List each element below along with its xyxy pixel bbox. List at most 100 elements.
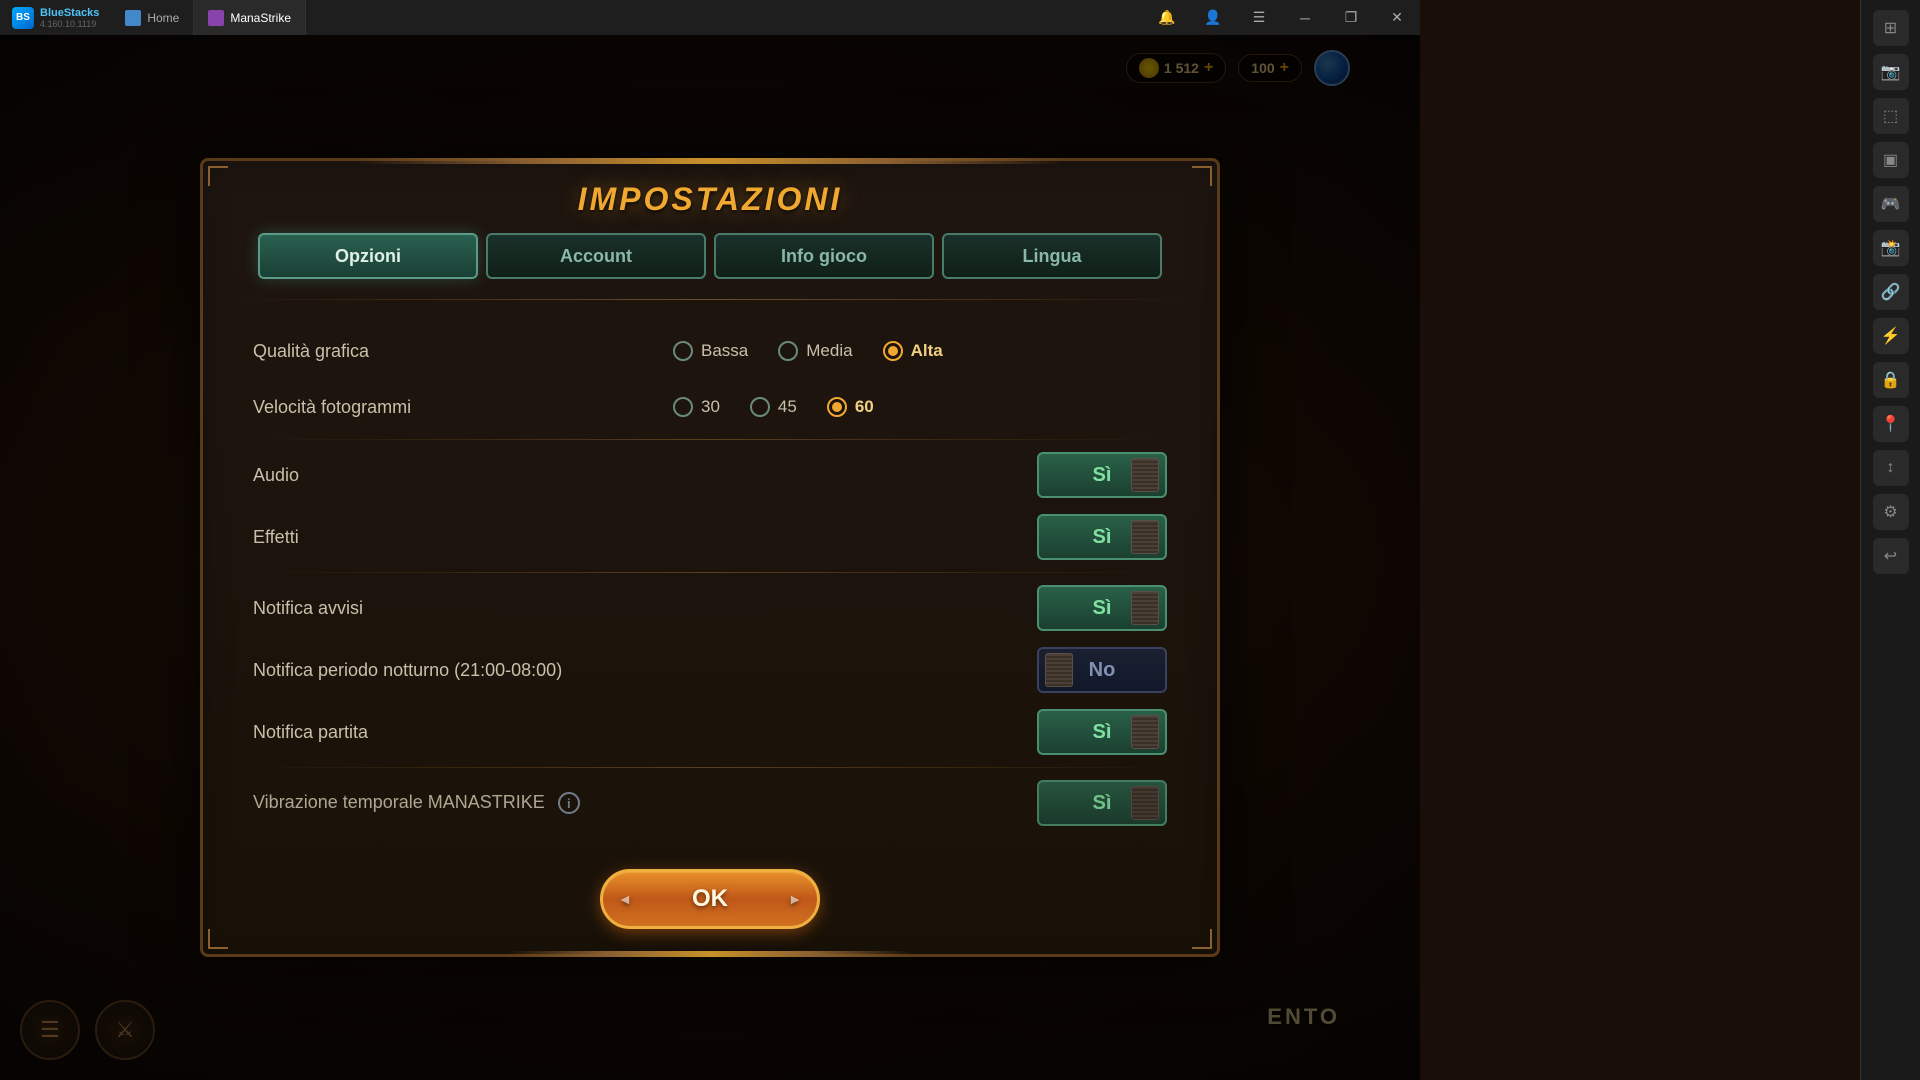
tab-lingua[interactable]: Lingua <box>942 233 1162 279</box>
frame-rate-controls: 30 45 60 <box>673 397 1167 417</box>
fps-45-label: 45 <box>778 397 797 417</box>
tab-opzioni-label: Opzioni <box>335 246 401 267</box>
notifications-btn[interactable]: 🔔 <box>1144 0 1190 35</box>
sidebar-tool-11[interactable]: ↕ <box>1873 450 1909 486</box>
graphics-alta-radio[interactable] <box>883 341 903 361</box>
graphics-media-option[interactable]: Media <box>778 341 852 361</box>
bs-app-icon: BS <box>12 7 34 29</box>
account-btn[interactable]: 👤 <box>1190 0 1236 35</box>
dialog-title-area: IMPOSTAZIONI <box>203 161 1217 233</box>
sidebar-tool-8[interactable]: ⚡ <box>1873 318 1909 354</box>
ok-button[interactable]: OK <box>600 869 820 929</box>
corner-br <box>1192 929 1212 949</box>
notify-alerts-value: Sì <box>1093 597 1112 620</box>
bluestacks-logo: BS BlueStacks 4.160.10.1119 <box>0 7 111 29</box>
dialog-divider-top <box>233 299 1187 300</box>
tab-info-gioco[interactable]: Info gioco <box>714 233 934 279</box>
fps-60-option[interactable]: 60 <box>827 397 874 417</box>
sidebar-tool-4[interactable]: ▣ <box>1873 142 1909 178</box>
home-tab-icon <box>125 10 141 26</box>
bs-app-name: BlueStacks <box>40 7 99 19</box>
graphics-media-label: Media <box>806 341 852 361</box>
sidebar-tool-12[interactable]: ⚙ <box>1873 494 1909 530</box>
effects-slider-icon <box>1131 520 1159 554</box>
right-sidebar: ⊞ 📷 ⬚ ▣ 🎮 📸 🔗 ⚡ 🔒 📍 ↕ ⚙ ↩ <box>1860 0 1920 1080</box>
tab-opzioni[interactable]: Opzioni <box>258 233 478 279</box>
separator-3 <box>253 767 1167 768</box>
fps-45-radio[interactable] <box>750 397 770 417</box>
corner-bl <box>208 929 228 949</box>
dialog-bottom-decoration <box>507 951 913 957</box>
graphics-alta-option[interactable]: Alta <box>883 341 943 361</box>
sidebar-tool-2[interactable]: 📷 <box>1873 54 1909 90</box>
close-btn[interactable]: ✕ <box>1374 0 1420 35</box>
notify-match-controls: Sì <box>673 709 1167 755</box>
effects-toggle-value: Sì <box>1093 526 1112 549</box>
vibration-toggle[interactable]: Sì <box>1037 780 1167 826</box>
notify-night-value: No <box>1089 659 1116 682</box>
effects-label: Effetti <box>253 527 673 548</box>
sidebar-tool-5[interactable]: 🎮 <box>1873 186 1909 222</box>
separator-2 <box>253 572 1167 573</box>
notify-night-slider-left <box>1045 653 1073 687</box>
minimize-btn[interactable]: ─ <box>1282 0 1328 35</box>
menu-btn[interactable]: ☰ <box>1236 0 1282 35</box>
graphics-bassa-option[interactable]: Bassa <box>673 341 748 361</box>
notify-match-label: Notifica partita <box>253 722 673 743</box>
sidebar-tool-6[interactable]: 📸 <box>1873 230 1909 266</box>
audio-slider-icon <box>1131 458 1159 492</box>
fps-30-radio[interactable] <box>673 397 693 417</box>
sidebar-tool-3[interactable]: ⬚ <box>1873 98 1909 134</box>
settings-tab-bar: Opzioni Account Info gioco Lingua <box>203 233 1217 299</box>
sidebar-tool-1[interactable]: ⊞ <box>1873 10 1909 46</box>
notify-night-row: Notifica periodo notturno (21:00-08:00) … <box>253 639 1167 701</box>
effects-row: Effetti Sì <box>253 506 1167 568</box>
notify-night-toggle[interactable]: No <box>1037 647 1167 693</box>
sidebar-tool-10[interactable]: 📍 <box>1873 406 1909 442</box>
graphics-quality-controls: Bassa Media Alta <box>673 341 1167 361</box>
dialog-title: IMPOSTAZIONI <box>578 181 843 217</box>
notify-alerts-toggle[interactable]: Sì <box>1037 585 1167 631</box>
fps-60-label: 60 <box>855 397 874 417</box>
audio-toggle[interactable]: Sì <box>1037 452 1167 498</box>
frame-rate-row: Velocità fotogrammi 30 45 60 <box>253 379 1167 435</box>
vibration-controls: Sì <box>673 780 1167 826</box>
sidebar-tool-9[interactable]: 🔒 <box>1873 362 1909 398</box>
fps-45-option[interactable]: 45 <box>750 397 797 417</box>
effects-controls: Sì <box>673 514 1167 560</box>
vibration-row: Vibrazione temporale MANASTRIKE i Sì <box>253 772 1167 834</box>
graphics-bassa-radio[interactable] <box>673 341 693 361</box>
graphics-quality-row: Qualità grafica Bassa Media Alta <box>253 323 1167 379</box>
audio-toggle-value: Sì <box>1093 464 1112 487</box>
fps-30-label: 30 <box>701 397 720 417</box>
notify-alerts-slider <box>1131 591 1159 625</box>
settings-modal-overlay: IMPOSTAZIONI Opzioni Account Info gioco … <box>0 35 1420 1080</box>
frame-rate-label: Velocità fotogrammi <box>253 397 673 418</box>
dialog-content: Qualità grafica Bassa Media Alta <box>203 308 1217 849</box>
graphics-media-radio[interactable] <box>778 341 798 361</box>
graphics-alta-label: Alta <box>911 341 943 361</box>
ok-button-label: OK <box>692 885 728 913</box>
effects-toggle[interactable]: Sì <box>1037 514 1167 560</box>
notify-match-toggle[interactable]: Sì <box>1037 709 1167 755</box>
audio-row: Audio Sì <box>253 444 1167 506</box>
game-area: 1 512 + 100 + ENTO ☰ ⚔ IMPOSTAZIONI <box>0 35 1420 1080</box>
notify-match-row: Notifica partita Sì <box>253 701 1167 763</box>
notify-alerts-row: Notifica avvisi Sì <box>253 577 1167 639</box>
titlebar-tab-home[interactable]: Home <box>111 0 194 35</box>
audio-label: Audio <box>253 465 673 486</box>
tab-account-label: Account <box>560 246 632 267</box>
restore-btn[interactable]: ❐ <box>1328 0 1374 35</box>
sidebar-tool-7[interactable]: 🔗 <box>1873 274 1909 310</box>
fps-30-option[interactable]: 30 <box>673 397 720 417</box>
audio-controls: Sì <box>673 452 1167 498</box>
separator-1 <box>253 439 1167 440</box>
tab-account[interactable]: Account <box>486 233 706 279</box>
vibration-info-icon[interactable]: i <box>558 792 580 814</box>
settings-dialog: IMPOSTAZIONI Opzioni Account Info gioco … <box>200 158 1220 957</box>
vibration-label: Vibrazione temporale MANASTRIKE i <box>253 792 673 815</box>
sidebar-tool-13[interactable]: ↩ <box>1873 538 1909 574</box>
tab-info-gioco-label: Info gioco <box>781 246 867 267</box>
fps-60-radio[interactable] <box>827 397 847 417</box>
titlebar-tab-game[interactable]: ManaStrike <box>194 0 306 35</box>
